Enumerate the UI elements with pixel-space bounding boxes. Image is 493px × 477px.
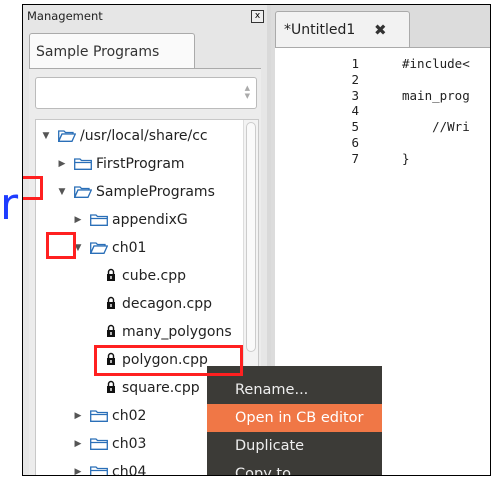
line-number: 6 <box>351 135 359 150</box>
tree-item-label: FirstProgram <box>96 156 185 172</box>
folder-icon <box>74 158 92 170</box>
tree-item-label: ch02 <box>112 408 147 424</box>
collapsed-arrow-icon[interactable]: ▶ <box>72 460 84 475</box>
tree-item-label: ch04 <box>112 464 147 476</box>
spin-arrows-icon[interactable]: ▲ ▼ <box>245 84 250 100</box>
expanded-arrow-icon[interactable]: ▼ <box>56 180 68 204</box>
close-pane-button[interactable]: x <box>251 10 264 23</box>
code-line: //Wri <box>402 119 470 135</box>
folder-icon <box>90 438 108 450</box>
ide-window: Management x Sample Programs ▲ ▼ ▼ /usr/lo… <box>22 4 491 476</box>
tree-item-label: decagon.cpp <box>122 296 213 312</box>
tree-item-label: /usr/local/share/cc <box>80 128 208 144</box>
menu-item-rename[interactable]: Rename... <box>207 376 382 404</box>
collapsed-arrow-icon[interactable]: ▶ <box>56 152 68 176</box>
line-number: 3 <box>351 87 359 103</box>
tree-item-label: many_polygons <box>122 324 232 340</box>
folder-open-icon <box>74 186 92 198</box>
tree-item-label: ch03 <box>112 436 147 452</box>
annotation-box <box>46 232 76 259</box>
tree-item-label: SamplePrograms <box>96 184 215 200</box>
line-number: 7 <box>351 150 359 166</box>
folder-open-icon <box>58 130 76 142</box>
lock-icon <box>107 380 115 393</box>
tree-item-label: ch01 <box>112 240 147 256</box>
tree-item-label: appendixG <box>112 212 188 228</box>
filter-combo[interactable]: ▲ ▼ <box>35 77 257 109</box>
collapsed-arrow-icon[interactable]: ▶ <box>72 432 84 456</box>
expanded-arrow-icon[interactable]: ▼ <box>40 124 52 148</box>
lock-icon <box>107 324 115 337</box>
collapsed-arrow-icon[interactable]: ▶ <box>72 404 84 428</box>
line-number: 1 <box>351 56 359 71</box>
background-letter: r <box>0 179 19 230</box>
tab-untitled1[interactable]: *Untitled1 ✖ <box>275 11 410 47</box>
tab-label: *Untitled1 <box>284 22 356 38</box>
menu-item-duplicate[interactable]: Duplicate <box>207 432 382 460</box>
code-line: main_prog <box>402 87 470 103</box>
code-line: } <box>402 150 410 166</box>
menu-item-copy-to[interactable]: Copy to <box>207 460 382 475</box>
management-title: Management <box>27 9 103 23</box>
code-line: #include< <box>402 56 470 71</box>
tree-item-label: square.cpp <box>122 380 200 396</box>
tab-sample-programs[interactable]: Sample Programs <box>29 33 195 69</box>
line-number: 2 <box>351 71 359 87</box>
annotation-box <box>23 176 43 200</box>
folder-icon <box>90 466 108 475</box>
scrollbar-thumb[interactable] <box>246 122 256 352</box>
folder-open-icon <box>90 242 108 254</box>
lock-icon <box>107 268 115 281</box>
line-number: 5 <box>351 119 359 135</box>
menu-item-open-in-cb-editor[interactable]: Open in CB editor <box>207 404 382 432</box>
annotation-box <box>94 345 243 376</box>
folder-icon <box>90 214 108 226</box>
close-tab-icon[interactable]: ✖ <box>374 12 387 48</box>
lock-icon <box>107 296 115 309</box>
folder-icon <box>90 410 108 422</box>
tree-item-label: cube.cpp <box>122 268 186 284</box>
context-menu: Rename... Open in CB editor Duplicate Copy … <box>207 366 382 475</box>
line-number: 4 <box>351 103 359 119</box>
collapsed-arrow-icon[interactable]: ▶ <box>72 208 84 232</box>
